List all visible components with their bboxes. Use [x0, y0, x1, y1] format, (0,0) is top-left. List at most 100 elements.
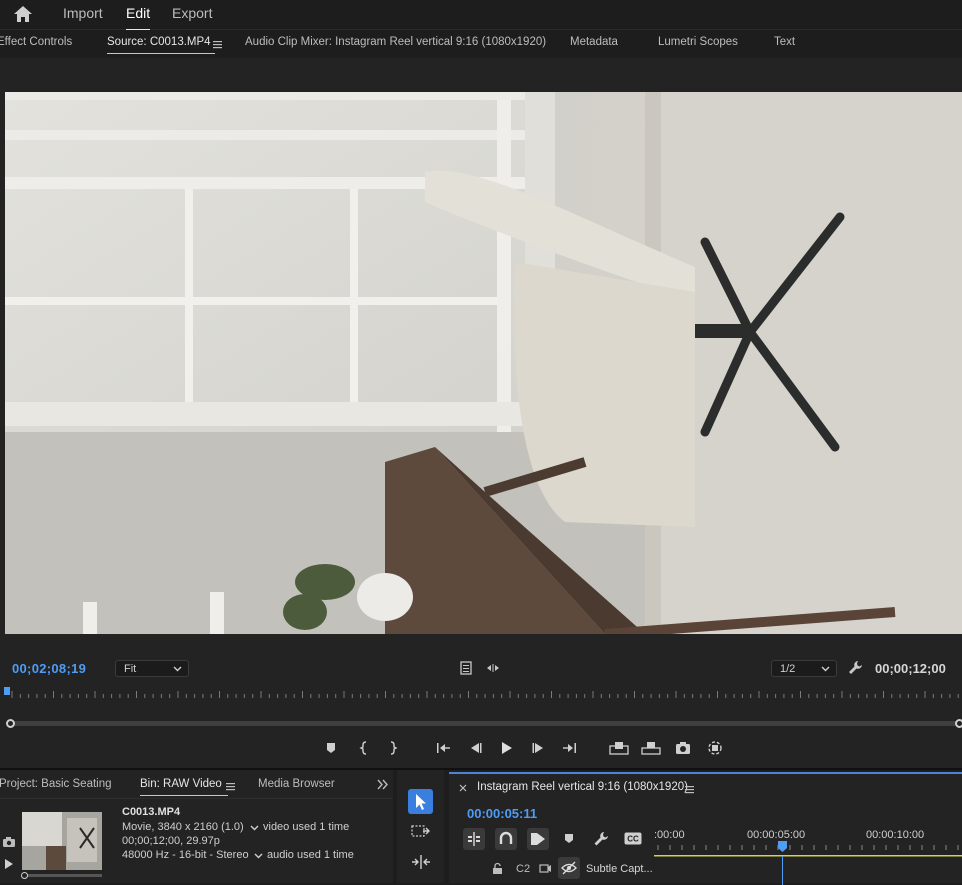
close-icon[interactable] — [459, 784, 467, 792]
camera-icon — [3, 837, 15, 847]
ruler-label-2: 00:00:10:00 — [866, 829, 924, 841]
export-frame-icon[interactable] — [486, 662, 500, 674]
ruler-label-1: 00:00:05:00 — [747, 829, 805, 841]
button-editor-icon[interactable] — [707, 740, 723, 756]
project-panel: Project: Basic Seating Bin: RAW Video Me… — [0, 770, 393, 883]
lock-icon[interactable] — [492, 862, 503, 875]
tab-media-browser[interactable]: Media Browser — [258, 778, 335, 790]
tab-bin-label: Bin: RAW Video — [140, 778, 222, 790]
svg-text:CC: CC — [627, 835, 639, 844]
snap-icon — [499, 831, 513, 844]
insert-icon[interactable] — [609, 740, 629, 756]
tab-source-label: Source: C0013.MP4 — [107, 36, 211, 48]
work-area-bar[interactable] — [654, 855, 962, 857]
nest-icon — [468, 832, 480, 846]
play-icon[interactable] — [498, 740, 514, 756]
thumbnail-scrubber[interactable] — [22, 874, 102, 877]
timeline-ruler[interactable]: :00:00 00:00:05:00 00:00:10:00 — [654, 826, 962, 885]
project-divider — [0, 798, 393, 799]
nav-export[interactable]: Export — [172, 5, 212, 21]
tab-source[interactable]: Source: C0013.MP4 — [107, 36, 215, 54]
linked-selection-button[interactable] — [527, 828, 549, 850]
lower-panels: Project: Basic Seating Bin: RAW Video Me… — [0, 768, 962, 885]
nav-edit[interactable]: Edit — [126, 5, 151, 31]
track-select-icon[interactable] — [411, 823, 431, 839]
scrollbar-track — [10, 721, 959, 726]
sequence-timecode[interactable]: 00:00:05:11 — [467, 806, 537, 821]
resolution-dropdown[interactable]: 1/2 — [771, 660, 837, 677]
marker-icon[interactable] — [323, 740, 339, 756]
chevron-down-icon — [173, 666, 182, 672]
tab-audio-clip-mixer[interactable]: Audio Clip Mixer: Instagram Reel vertica… — [245, 36, 546, 48]
step-forward-icon[interactable] — [530, 740, 546, 756]
wrench-icon[interactable] — [848, 660, 863, 675]
scrollbar-end-handle[interactable] — [955, 719, 962, 728]
clip-name: C0013.MP4 — [122, 806, 181, 818]
tab-bin[interactable]: Bin: RAW Video — [140, 778, 228, 796]
tools-panel — [397, 770, 444, 883]
panel-overflow-icon[interactable] — [377, 779, 389, 790]
selection-tool-button[interactable] — [408, 789, 433, 814]
zoom-value: Fit — [124, 663, 137, 675]
wrench-icon[interactable] — [593, 831, 609, 847]
home-icon[interactable] — [12, 4, 34, 24]
clip-thumbnail-image — [22, 812, 102, 870]
timeline-panel: Instagram Reel vertical 9:16 (1080x1920)… — [449, 772, 962, 885]
video-usage-label: video used 1 time — [263, 821, 350, 833]
audio-usage-label: audio used 1 time — [267, 849, 354, 861]
video-frame-image — [5, 92, 962, 634]
source-panel-tabs: Effect Controls Source: C0013.MP4 Audio … — [0, 30, 962, 58]
source-playhead[interactable] — [4, 687, 10, 695]
clip-duration-info: 00;00;12;00, 29.97p — [122, 835, 220, 847]
panel-menu-icon[interactable] — [213, 40, 222, 49]
overwrite-icon[interactable] — [641, 740, 661, 756]
nav-import[interactable]: Import — [63, 5, 103, 21]
toggle-output-icon[interactable] — [539, 863, 552, 874]
scrollbar-start-handle[interactable] — [6, 719, 15, 728]
chevron-down-icon — [821, 666, 830, 672]
tab-metadata[interactable]: Metadata — [570, 36, 618, 48]
linked-selection-icon — [531, 833, 545, 845]
clip-thumbnail[interactable] — [22, 812, 102, 870]
timeline-playhead[interactable] — [778, 841, 787, 852]
camera-icon[interactable] — [675, 740, 691, 756]
transport-controls — [0, 738, 962, 758]
insert-nest-button[interactable] — [463, 828, 485, 850]
play-icon[interactable] — [4, 858, 14, 870]
toggle-track-visibility[interactable] — [558, 857, 580, 879]
ruler-label-0: :00:00 — [654, 829, 685, 841]
source-time-ruler[interactable] — [0, 686, 962, 702]
chevron-down-icon[interactable] — [250, 823, 259, 832]
tab-bin-underline — [140, 795, 228, 796]
safe-margins-icon[interactable] — [460, 661, 472, 675]
video-frame[interactable] — [5, 92, 962, 634]
tab-lumetri-scopes[interactable]: Lumetri Scopes — [658, 36, 738, 48]
step-back-icon[interactable] — [468, 740, 484, 756]
ripple-edit-icon[interactable] — [411, 854, 431, 870]
chevron-down-icon[interactable] — [254, 851, 263, 860]
tab-text[interactable]: Text — [774, 36, 795, 48]
tab-effect-controls[interactable]: Effect Controls — [0, 36, 72, 48]
go-to-in-icon[interactable] — [435, 740, 451, 756]
panel-menu-icon[interactable] — [226, 782, 235, 791]
out-point-icon[interactable] — [385, 740, 401, 756]
resolution-value: 1/2 — [780, 663, 796, 675]
in-point-icon[interactable] — [356, 740, 372, 756]
thumbnail-scrub-handle[interactable] — [21, 872, 28, 879]
captions-icon[interactable]: CC — [624, 832, 642, 845]
source-duration-timecode: 00;00;12;00 — [875, 661, 946, 676]
go-to-out-icon[interactable] — [562, 740, 578, 756]
panel-menu-icon[interactable] — [685, 785, 694, 794]
workspace-header: Import Edit Export — [0, 0, 962, 31]
sequence-title[interactable]: Instagram Reel vertical 9:16 (1080x1920) — [477, 781, 688, 793]
track-label[interactable]: C2 — [516, 863, 530, 875]
clip-audio-info: 48000 Hz - 16-bit - Stereo — [122, 849, 249, 861]
zoom-dropdown[interactable]: Fit — [115, 660, 189, 677]
clip-video-info: Movie, 3840 x 2160 (1.0) — [122, 821, 244, 833]
source-current-timecode[interactable]: 00;02;08;19 — [12, 661, 86, 676]
marker-icon[interactable] — [562, 832, 576, 846]
track-name[interactable]: Subtle Capt... — [586, 863, 653, 875]
source-zoom-scrollbar[interactable] — [0, 719, 962, 728]
tab-project[interactable]: Project: Basic Seating — [0, 778, 112, 790]
snap-button[interactable] — [495, 828, 517, 850]
